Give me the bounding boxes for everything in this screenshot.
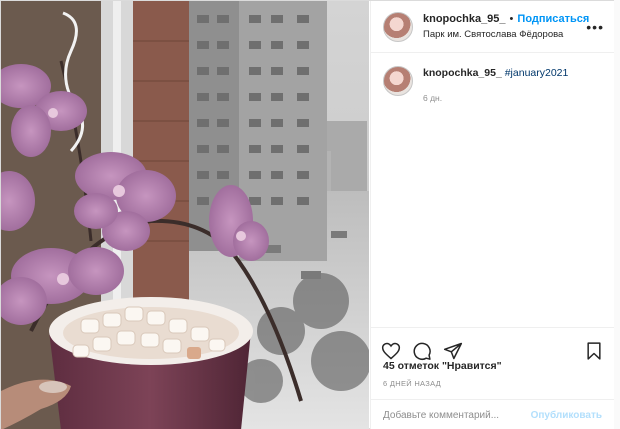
comment-icon[interactable] — [412, 341, 432, 361]
post-photo[interactable] — [1, 1, 369, 429]
caption: knopochka_95_ #january2021 6 дн. — [371, 53, 614, 106]
photo-image — [1, 1, 369, 429]
post-header: knopochka_95_ • Подписаться Парк им. Свя… — [371, 1, 614, 53]
caption-body: knopochka_95_ #january2021 6 дн. — [423, 66, 568, 106]
more-options-icon[interactable]: ••• — [586, 19, 604, 35]
follow-button[interactable]: Подписаться — [517, 12, 589, 27]
hashtag-link[interactable]: #january2021 — [505, 67, 569, 79]
location-link[interactable]: Парк им. Святослава Фёдорова — [423, 27, 589, 42]
username-link[interactable]: knopochka_95_ — [423, 12, 506, 27]
bookmark-icon[interactable] — [584, 341, 604, 361]
comment-bar: Опубликовать — [371, 399, 614, 429]
publish-button[interactable]: Опубликовать — [531, 410, 602, 421]
post-sidebar: knopochka_95_ • Подписаться Парк им. Свя… — [370, 1, 614, 429]
caption-username-link[interactable]: knopochka_95_ — [423, 67, 502, 79]
comment-input[interactable] — [383, 409, 531, 421]
likes-count[interactable]: 45 отметок "Нравится" — [383, 360, 502, 372]
caption-line: knopochka_95_ #january2021 — [423, 66, 568, 81]
header-user-line: knopochka_95_ • Подписаться — [423, 12, 589, 27]
share-icon[interactable] — [443, 341, 463, 361]
header-text: knopochka_95_ • Подписаться Парк им. Свя… — [423, 12, 589, 42]
separator-dot: • — [509, 12, 514, 25]
instagram-post: knopochka_95_ • Подписаться Парк им. Свя… — [0, 0, 614, 429]
heart-icon[interactable] — [381, 341, 401, 361]
post-timestamp: 6 ДНЕЙ НАЗАД — [383, 379, 442, 388]
caption-age: 6 дн. — [423, 93, 443, 103]
caption-avatar[interactable] — [383, 66, 413, 96]
avatar[interactable] — [383, 11, 413, 42]
